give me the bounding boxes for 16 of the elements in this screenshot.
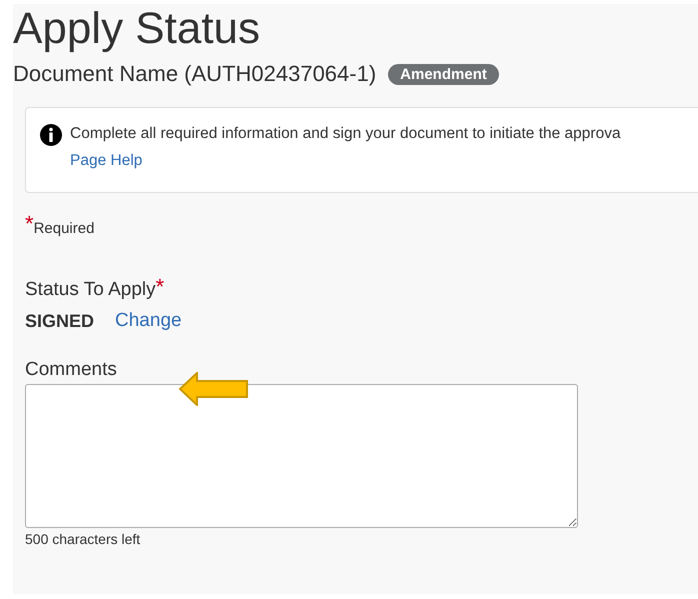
document-type-badge: Amendment (388, 64, 499, 84)
info-message: Complete all required information and sign your document to initiate the approva (70, 126, 621, 142)
status-label: Status To Apply (25, 280, 156, 299)
page-title: Apply Status (13, 7, 260, 51)
info-icon (40, 124, 62, 146)
change-link[interactable]: Change (115, 311, 182, 330)
required-asterisk: * (156, 276, 164, 298)
arrow-icon (179, 372, 249, 406)
page-help-link[interactable]: Page Help (70, 152, 142, 168)
status-value: SIGNED (25, 312, 94, 330)
comments-field[interactable] (25, 384, 578, 528)
character-counter: 500 characters left (25, 532, 140, 546)
required-asterisk: * (25, 213, 34, 235)
comments-label: Comments (25, 360, 117, 379)
document-name: Document Name (AUTH02437064-1) (13, 63, 376, 85)
required-note: Required (34, 221, 94, 236)
